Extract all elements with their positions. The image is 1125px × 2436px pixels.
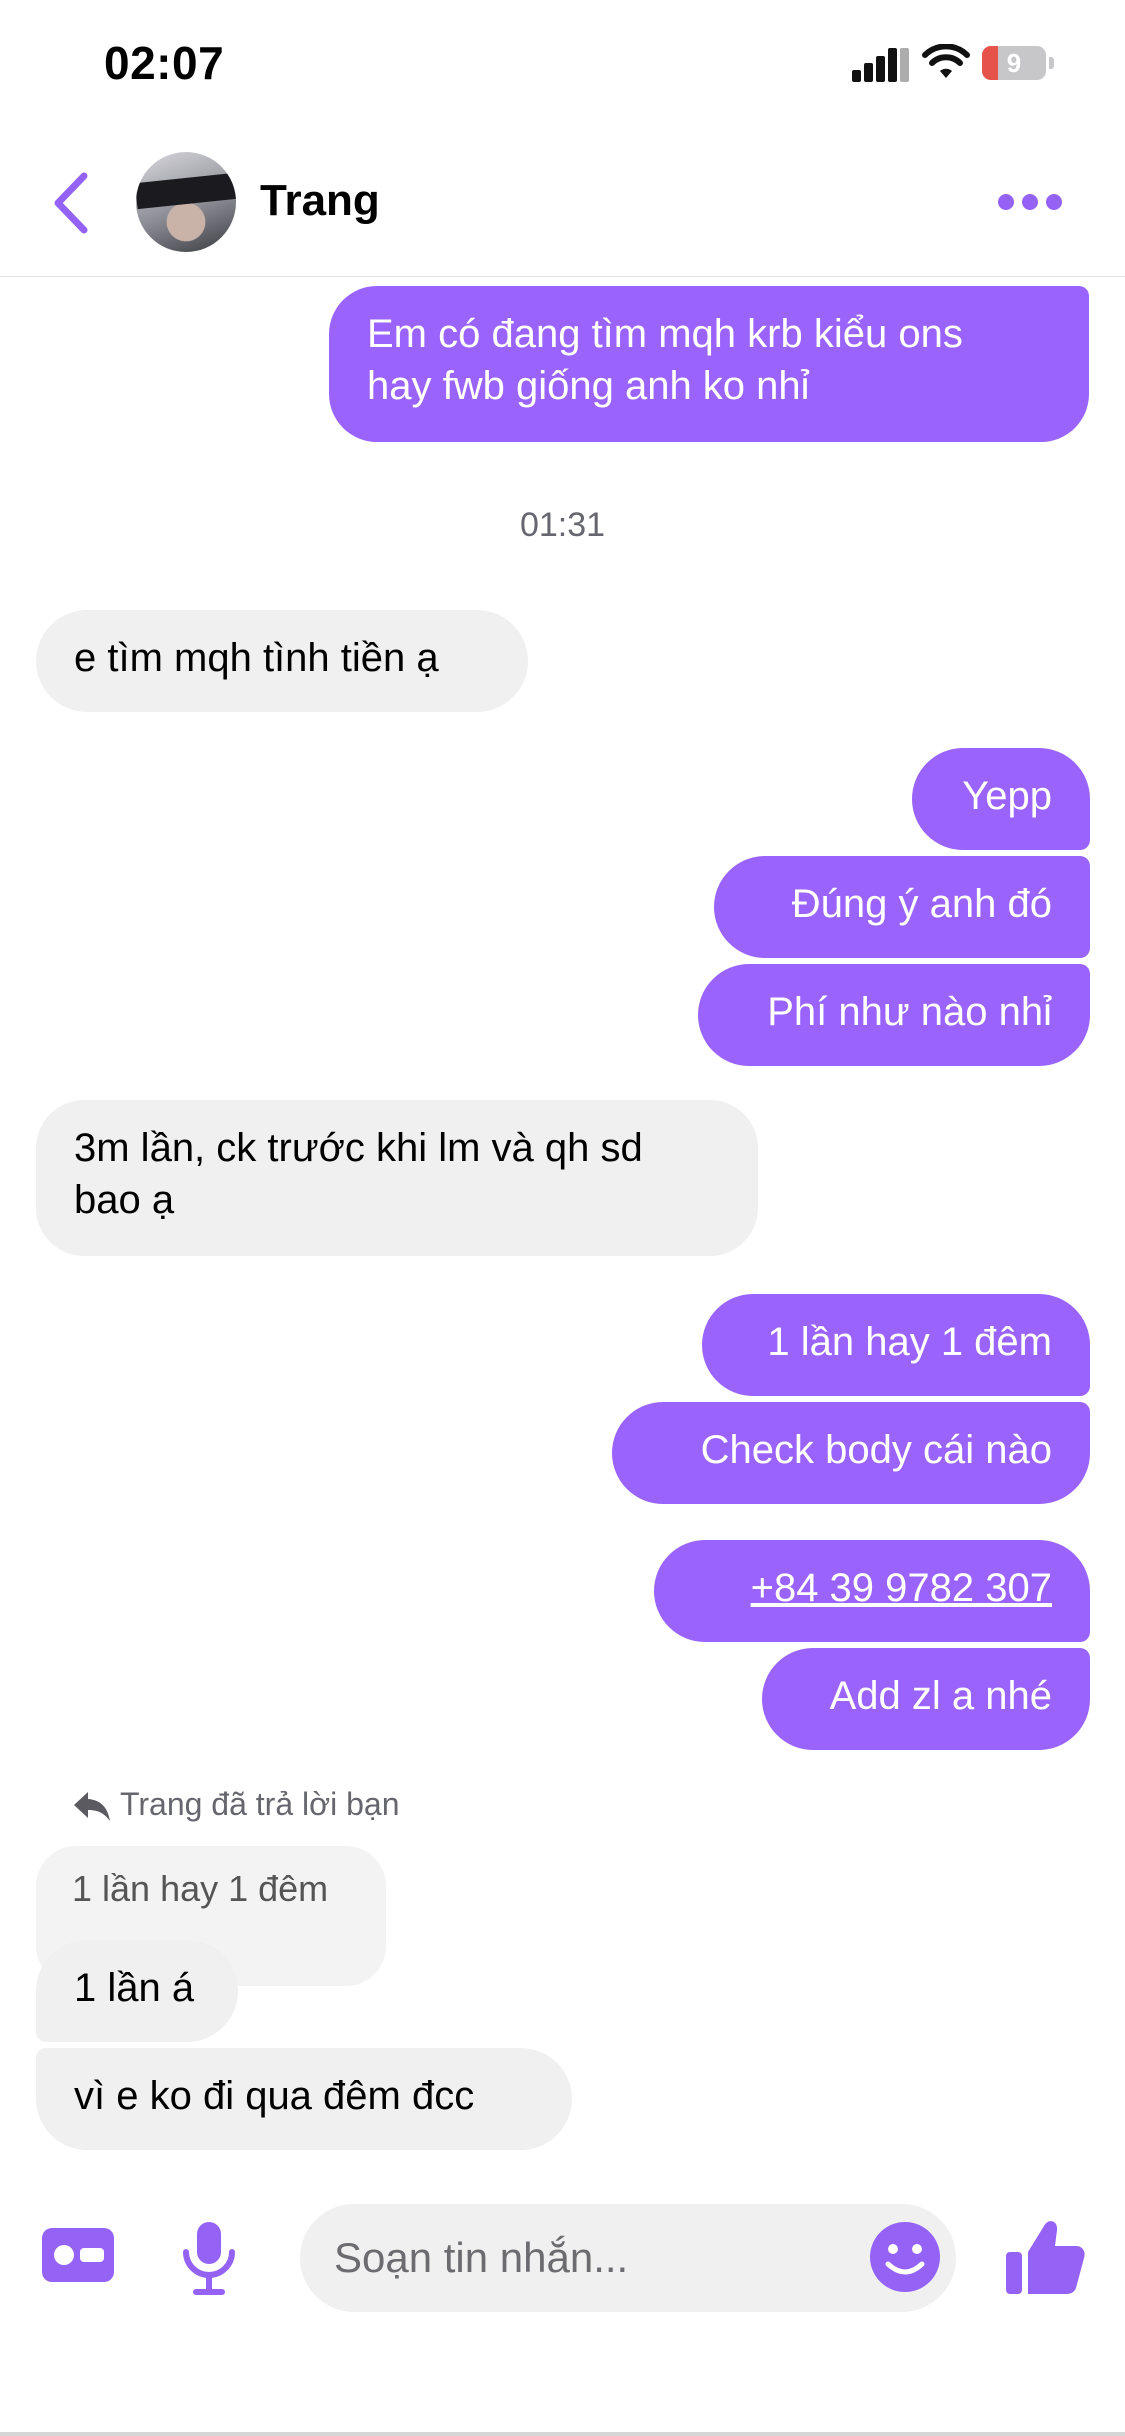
wifi-icon — [922, 44, 970, 78]
microphone-icon[interactable] — [178, 2220, 240, 2296]
reply-arrow-icon — [74, 1792, 110, 1821]
back-button[interactable] — [44, 168, 100, 238]
ellipsis-icon — [998, 194, 1014, 210]
more-options-button[interactable] — [990, 182, 1070, 222]
outgoing-message[interactable]: Đúng ý anh đó — [714, 856, 1090, 958]
status-bar: 02:07 9 — [0, 0, 1125, 130]
phone-number-link[interactable]: +84 39 9782 307 — [654, 1540, 1090, 1642]
outgoing-message[interactable]: Phí như nào nhỉ — [698, 964, 1090, 1066]
contact-avatar[interactable] — [136, 152, 236, 252]
outgoing-message[interactable]: Em có đang tìm mqh krb kiểu ons hay fwb … — [329, 286, 1089, 442]
bottom-divider — [0, 2432, 1125, 2436]
message-input-box[interactable] — [300, 2204, 956, 2312]
incoming-message[interactable]: 3m lần, ck trước khi lm và qh sd bao ạ — [36, 1100, 758, 1256]
reply-notice: Trang đã trả lời bạn — [120, 1786, 400, 1822]
battery-icon: 9 — [982, 46, 1054, 82]
contact-name[interactable]: Trang — [260, 176, 380, 226]
outgoing-message[interactable]: Yepp — [912, 748, 1090, 850]
chat-header: Trang — [0, 130, 1125, 277]
status-time: 02:07 — [104, 37, 225, 89]
outgoing-message[interactable]: Add zl a nhé — [762, 1648, 1090, 1750]
outgoing-message[interactable]: Check body cái nào — [612, 1402, 1090, 1504]
outgoing-message[interactable]: 1 lần hay 1 đêm — [702, 1294, 1090, 1396]
battery-level: 9 — [1006, 48, 1022, 78]
contact-card-icon[interactable] — [42, 2228, 114, 2282]
incoming-message[interactable]: 1 lần á — [36, 1940, 238, 2042]
message-composer — [0, 2180, 1125, 2320]
emoji-icon[interactable] — [868, 2220, 942, 2294]
message-input[interactable] — [334, 2204, 834, 2312]
incoming-message[interactable]: vì e ko đi qua đêm đcc — [36, 2048, 572, 2150]
timestamp: 01:31 — [519, 506, 606, 544]
incoming-message[interactable]: e tìm mqh tình tiền ạ — [36, 610, 528, 712]
cellular-signal-icon — [852, 48, 909, 82]
thumbs-up-icon[interactable] — [1004, 2216, 1086, 2298]
